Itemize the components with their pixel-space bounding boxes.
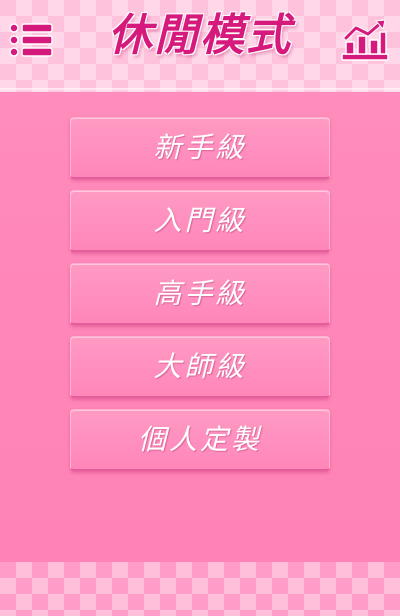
level-button-master[interactable]: 大師級	[70, 336, 330, 398]
level-button-custom[interactable]: 個人定製	[70, 409, 330, 471]
level-button-label: 個人定製	[137, 423, 262, 456]
header-bar: 休閒模式	[0, 0, 400, 78]
footer-checker-background	[0, 562, 400, 616]
bar-chart-trend-icon	[341, 19, 389, 61]
level-button-label: 入門級	[153, 204, 247, 237]
level-button-label: 高手級	[153, 277, 247, 310]
page-title: 休閒模式	[108, 10, 292, 61]
level-list: 新手級 入門級 高手級 大師級 個人定製	[70, 117, 330, 482]
level-button-expert[interactable]: 高手級	[70, 263, 330, 325]
menu-button[interactable]	[8, 20, 56, 60]
app-screen: 休閒模式 新手級 入門級 高手級 大師級 個人定製	[0, 0, 400, 616]
level-button-beginner[interactable]: 新手級	[70, 117, 330, 179]
list-menu-icon	[9, 23, 53, 57]
level-button-label: 新手級	[153, 131, 247, 164]
statistics-button[interactable]	[340, 18, 390, 62]
level-button-entry[interactable]: 入門級	[70, 190, 330, 252]
level-button-label: 大師級	[153, 350, 247, 383]
